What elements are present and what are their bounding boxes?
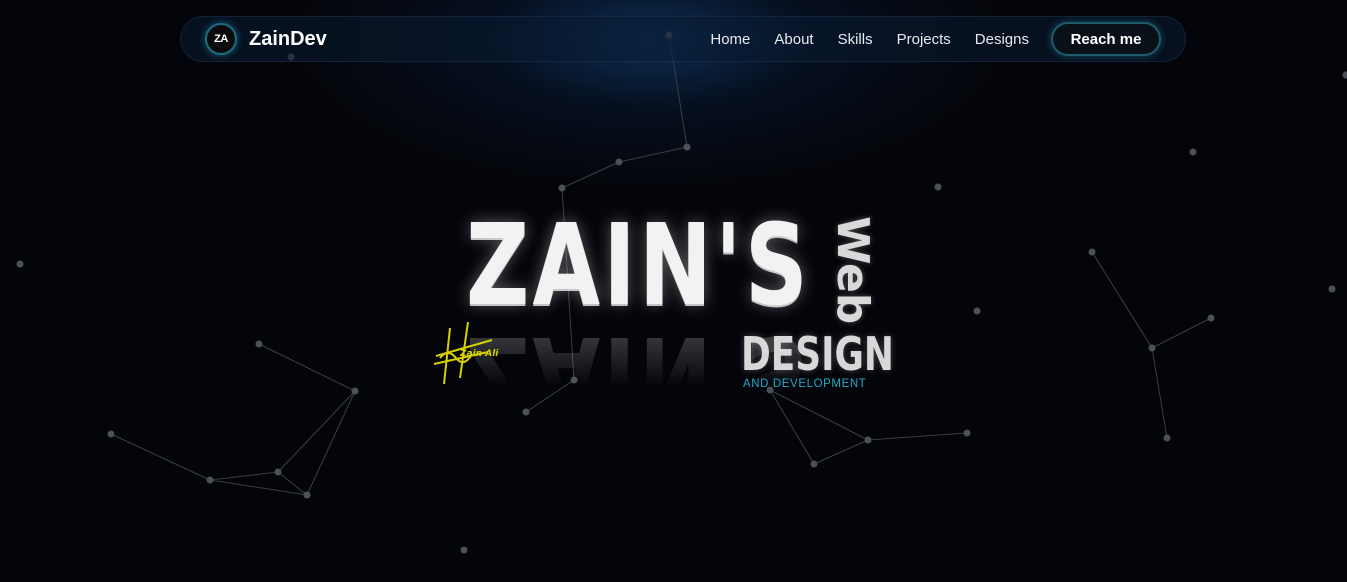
- nav-link-skills[interactable]: Skills: [838, 31, 873, 48]
- reach-me-button[interactable]: Reach me: [1051, 22, 1161, 56]
- nav-link-about[interactable]: About: [774, 31, 813, 48]
- nav-link-home[interactable]: Home: [710, 31, 750, 48]
- nav-link-projects[interactable]: Projects: [897, 31, 951, 48]
- navbar: ZA ZainDev Home About Skills Projects De…: [180, 16, 1186, 62]
- brand-name: ZainDev: [249, 27, 327, 50]
- nav-link-designs[interactable]: Designs: [975, 31, 1029, 48]
- brand-logo: ZA: [205, 23, 237, 55]
- brand-home-link[interactable]: ZA ZainDev: [205, 23, 327, 55]
- constellation-background: [16, 31, 1347, 554]
- hero-stage: ZA ZainDev Home About Skills Projects De…: [0, 0, 1347, 582]
- nav-links: Home About Skills Projects Designs: [710, 31, 1051, 48]
